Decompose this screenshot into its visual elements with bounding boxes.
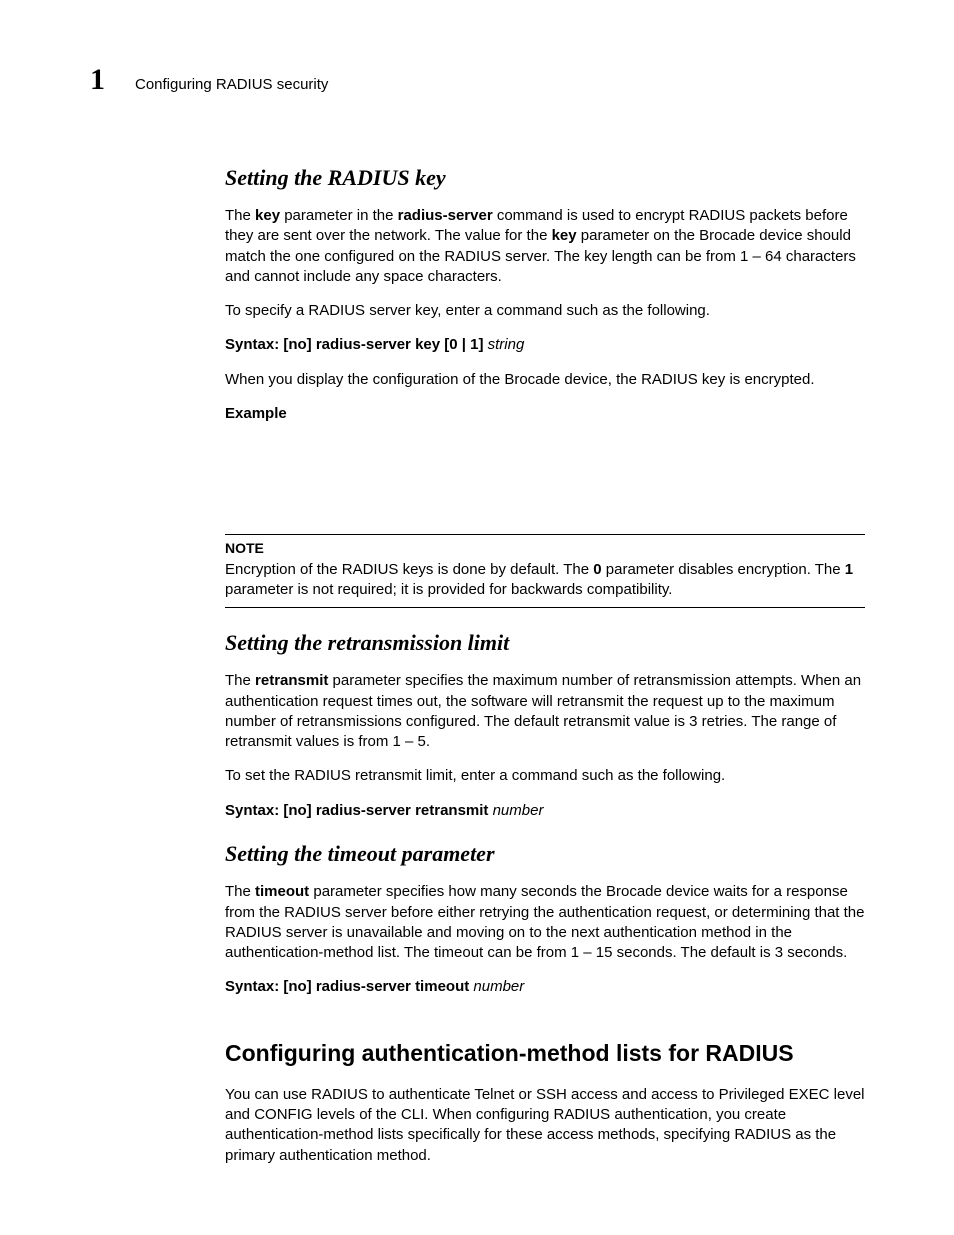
syntax-arg: number xyxy=(473,978,524,995)
example-label: Example xyxy=(225,404,865,424)
syntax-command: [no] radius-server key [0 | 1] xyxy=(283,336,487,353)
syntax-label: Syntax: xyxy=(225,978,283,995)
content-column: Setting the RADIUS key The key parameter… xyxy=(225,163,865,1166)
paragraph-retransmit-1: The retransmit parameter specifies the m… xyxy=(225,671,865,752)
heading-retransmit: Setting the retransmission limit xyxy=(225,628,865,658)
text: parameter specifies how many seconds the… xyxy=(225,883,865,961)
text: The xyxy=(225,672,255,689)
paragraph-radius-key-3: When you display the configuration of th… xyxy=(225,370,865,390)
text: parameter disables encryption. The xyxy=(602,561,845,578)
term-timeout: timeout xyxy=(255,883,309,900)
term-retransmit: retransmit xyxy=(255,672,328,689)
term-radius-server: radius-server xyxy=(398,207,493,224)
page: 1 Configuring RADIUS security Setting th… xyxy=(0,0,954,1235)
running-head: Configuring RADIUS security xyxy=(135,75,328,95)
text: The xyxy=(225,207,255,224)
paragraph-authlists-1: You can use RADIUS to authenticate Telne… xyxy=(225,1085,865,1166)
syntax-radius-key: Syntax: [no] radius-server key [0 | 1] s… xyxy=(225,335,865,355)
term-key-2: key xyxy=(552,227,577,244)
note-text: Encryption of the RADIUS keys is done by… xyxy=(225,560,865,601)
term-zero: 0 xyxy=(593,561,601,578)
syntax-command: [no] radius-server timeout xyxy=(283,978,473,995)
syntax-arg: number xyxy=(493,802,544,819)
heading-authlists: Configuring authentication-method lists … xyxy=(225,1038,865,1069)
chapter-number: 1 xyxy=(90,60,135,101)
paragraph-radius-key-1: The key parameter in the radius-server c… xyxy=(225,206,865,287)
page-header: 1 Configuring RADIUS security xyxy=(90,60,864,101)
syntax-arg: string xyxy=(488,336,525,353)
paragraph-timeout-1: The timeout parameter specifies how many… xyxy=(225,882,865,963)
syntax-timeout: Syntax: [no] radius-server timeout numbe… xyxy=(225,977,865,997)
paragraph-retransmit-2: To set the RADIUS retransmit limit, ente… xyxy=(225,766,865,786)
term-one: 1 xyxy=(845,561,853,578)
syntax-retransmit: Syntax: [no] radius-server retransmit nu… xyxy=(225,801,865,821)
heading-radius-key: Setting the RADIUS key xyxy=(225,163,865,193)
syntax-command: [no] radius-server retransmit xyxy=(283,802,492,819)
paragraph-radius-key-2: To specify a RADIUS server key, enter a … xyxy=(225,301,865,321)
text: Encryption of the RADIUS keys is done by… xyxy=(225,561,593,578)
text: The xyxy=(225,883,255,900)
text: parameter is not required; it is provide… xyxy=(225,581,672,598)
syntax-label: Syntax: xyxy=(225,336,283,353)
note-label: NOTE xyxy=(225,539,865,558)
note-box: NOTE Encryption of the RADIUS keys is do… xyxy=(225,534,865,607)
heading-timeout: Setting the timeout parameter xyxy=(225,839,865,869)
syntax-label: Syntax: xyxy=(225,802,283,819)
term-key: key xyxy=(255,207,280,224)
text: parameter in the xyxy=(280,207,398,224)
